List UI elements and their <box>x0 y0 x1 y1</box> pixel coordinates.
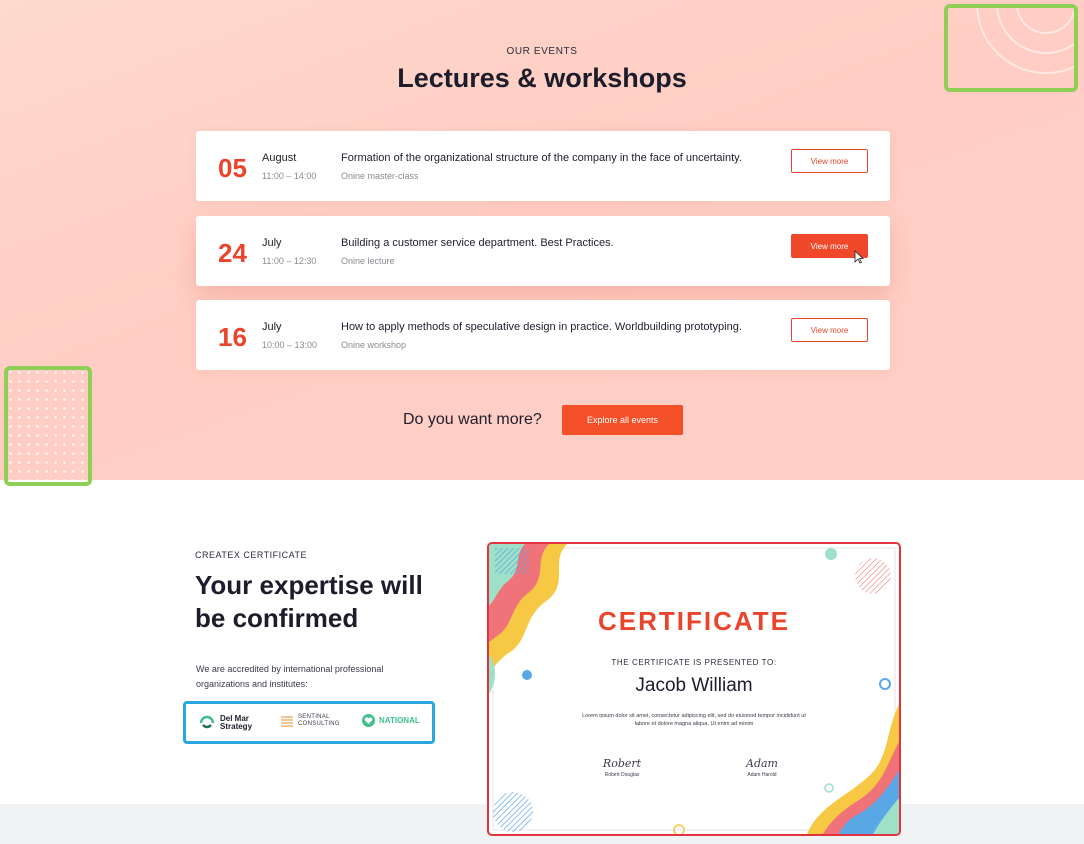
event-time: 11:00 – 12:30 <box>262 256 317 266</box>
partner-logos: Del Mar Strategy SENTINAL CONSULTING NAT… <box>183 701 435 744</box>
event-title: Building a customer service department. … <box>341 237 614 249</box>
explore-all-events-button[interactable]: Explore all events <box>562 405 683 435</box>
signature-script: Adam <box>746 757 778 770</box>
event-month: July <box>262 321 282 333</box>
event-time: 11:00 – 14:00 <box>262 171 317 181</box>
event-card[interactable]: 05 August 11:00 – 14:00 Formation of the… <box>196 131 890 201</box>
signature-block: Adam Adam Harold <box>722 757 802 778</box>
events-title: Lectures & workshops <box>397 63 687 93</box>
partner-logo-del-mar: Del Mar Strategy <box>198 714 252 732</box>
partner-name-line2: CONSULTING <box>298 721 340 727</box>
partner-name-line1: NATIONAL <box>379 716 420 725</box>
del-mar-logo-icon <box>199 715 215 729</box>
event-day: 16 <box>218 322 247 352</box>
event-card[interactable]: 24 July 11:00 – 12:30 Building a custome… <box>196 216 890 286</box>
highlight-box-dots <box>4 366 92 486</box>
event-time: 10:00 – 13:00 <box>262 340 318 350</box>
events-section: OUR EVENTS Lectures & workshops 05 Augus… <box>0 0 1084 480</box>
partner-name-line1: SENTINAL <box>298 714 330 720</box>
event-month: July <box>262 237 282 249</box>
event-day: 24 <box>218 238 247 268</box>
accreditation-text: We are accredited by international profe… <box>196 664 384 689</box>
signature-name: Adam Harold <box>747 772 777 778</box>
partner-name-line2: Strategy <box>220 722 253 731</box>
certificate-recipient-name: Jacob William <box>635 675 753 696</box>
signature-name: Robert Douglas <box>604 772 640 778</box>
event-day: 05 <box>218 153 247 183</box>
events-eyebrow: OUR EVENTS <box>506 46 578 57</box>
mouse-pointer-icon <box>854 250 864 264</box>
event-card[interactable]: 16 July 10:00 – 13:00 How to apply metho… <box>196 300 890 370</box>
event-month: August <box>262 152 297 164</box>
signature-script: Robert <box>602 757 642 770</box>
sentinal-logo-icon <box>281 716 293 727</box>
event-type: Onine lecture <box>341 256 395 266</box>
certificate-body-text: Lorem ipsum dolor sit amet, consectetur … <box>582 713 806 727</box>
highlight-box-arc <box>944 4 1078 92</box>
partner-logo-national: NATIONAL <box>362 714 420 727</box>
certificate-preview: CERTIFICATE THE CERTIFICATE IS PRESENTED… <box>487 542 901 836</box>
national-heart-logo-icon <box>362 714 375 727</box>
event-title: How to apply methods of speculative desi… <box>341 321 742 333</box>
event-type: Onine workshop <box>341 340 407 350</box>
view-more-button[interactable]: View more <box>791 318 868 342</box>
view-more-button[interactable]: View more <box>791 149 868 173</box>
certificate-word: CERTIFICATE <box>598 606 790 636</box>
signature-block: Robert Robert Douglas <box>582 757 662 778</box>
partner-logo-sentinal: SENTINAL CONSULTING <box>280 714 340 728</box>
more-events-prompt: Do you want more? <box>403 411 542 428</box>
certificate-presented-to: THE CERTIFICATE IS PRESENTED TO: <box>611 658 777 667</box>
certificate-heading: Your expertise will be confirmed <box>195 570 423 633</box>
event-type: Onine master-class <box>341 171 419 181</box>
certificate-eyebrow: CREATEX CERTIFICATE <box>195 550 308 560</box>
event-title: Formation of the organizational structur… <box>341 152 742 164</box>
